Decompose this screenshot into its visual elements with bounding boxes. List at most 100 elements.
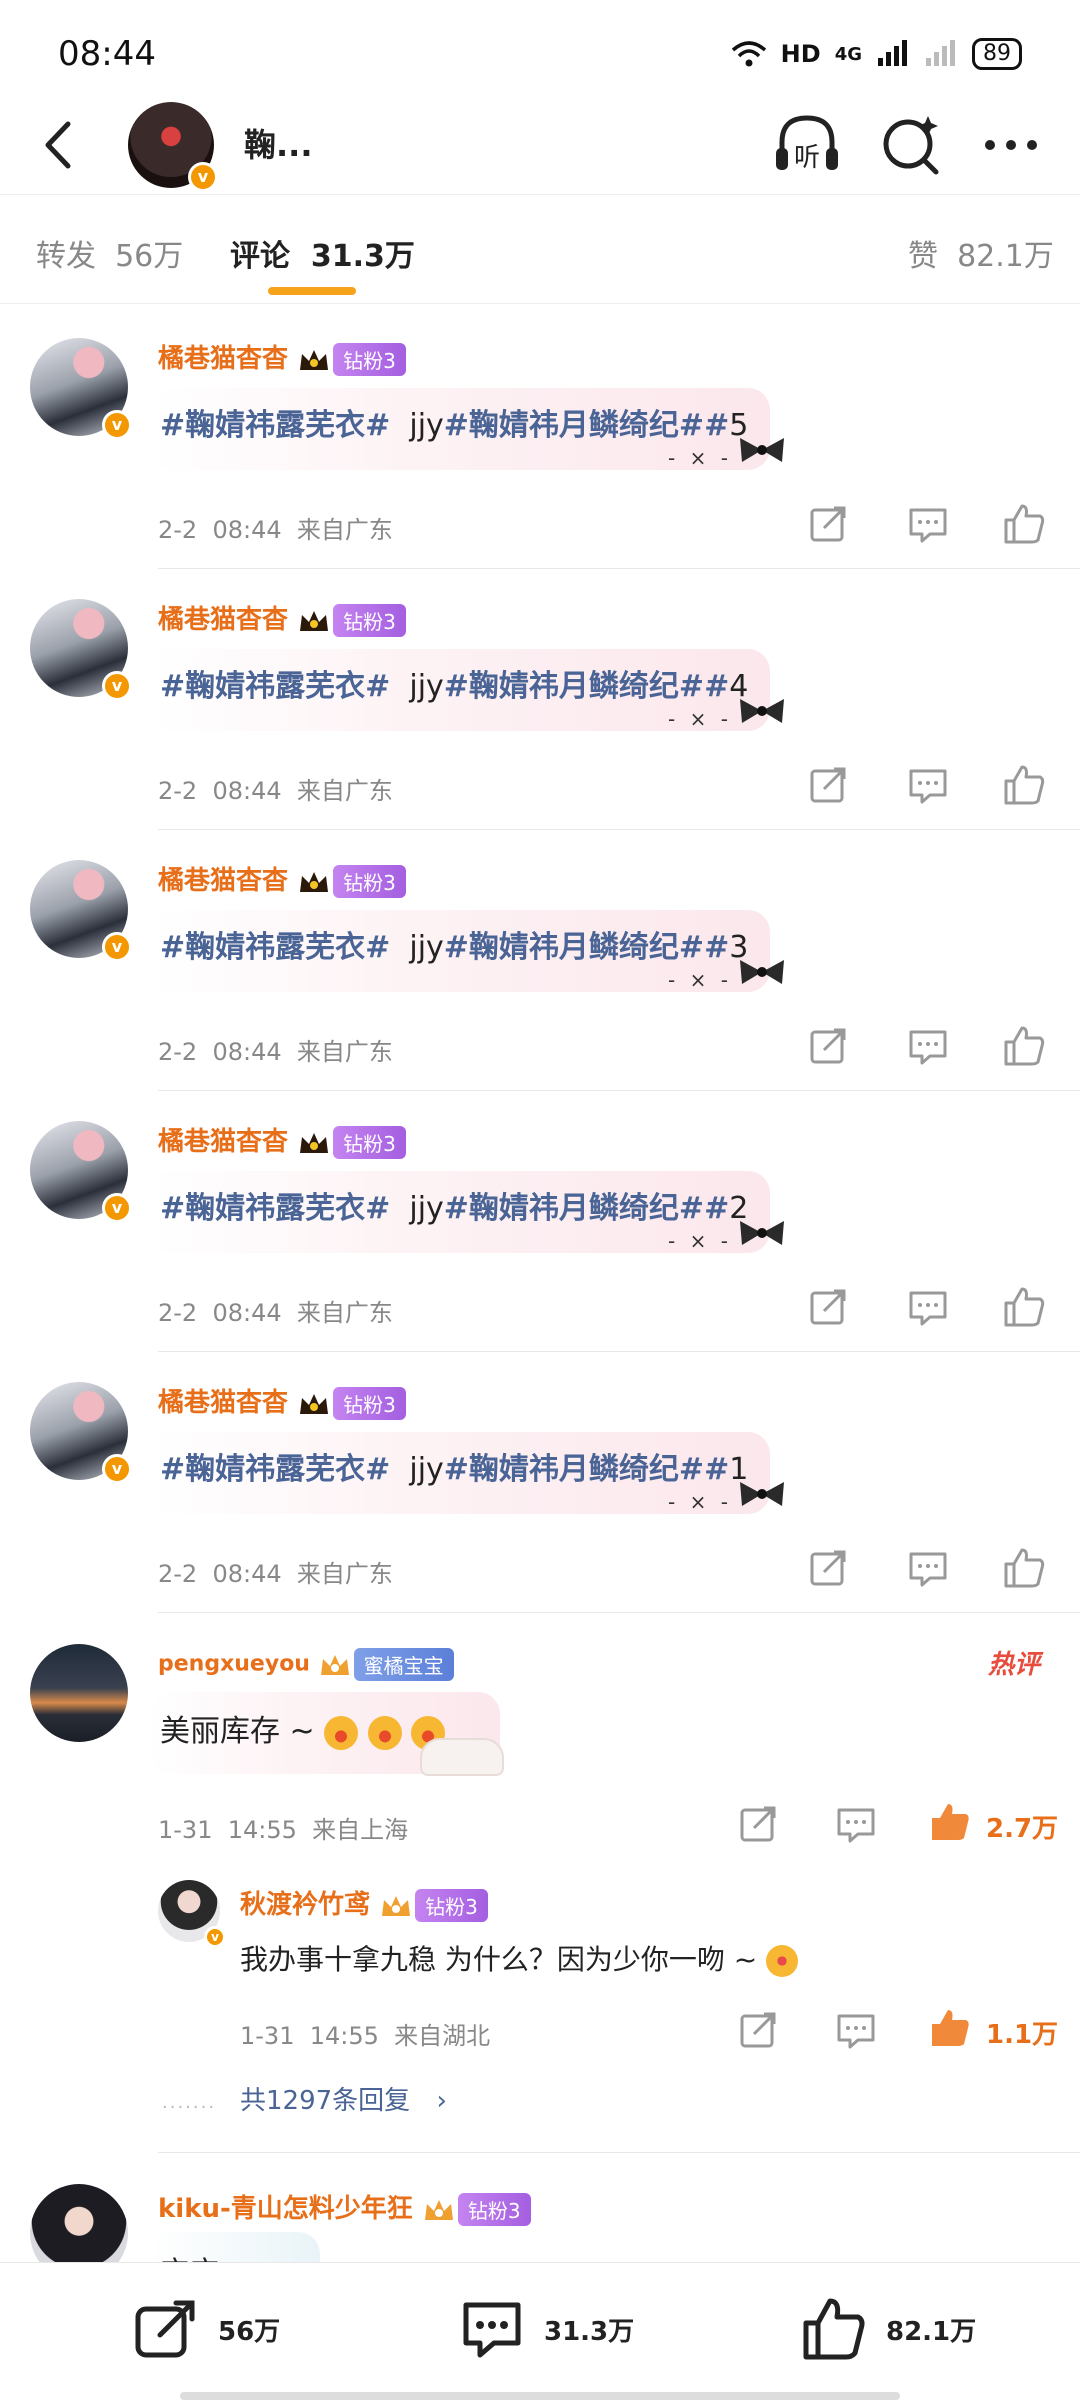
commenter-name[interactable]: pengxueyou 蜜橘宝宝: [158, 1648, 454, 1681]
comment-text: #鞠婧祎露芜衣# jjy#鞠婧祎月鳞绮纪##5: [160, 408, 749, 443]
like-icon[interactable]: [1002, 1024, 1046, 1068]
commenter-avatar[interactable]: v: [30, 1121, 132, 1223]
reply-meta: 1-31 14:55 来自湖北: [240, 2022, 491, 2050]
share-icon[interactable]: [806, 1024, 850, 1068]
topic-tag[interactable]: #鞠婧祎月鳞绮纪#: [444, 669, 704, 704]
topic-tag[interactable]: #鞠婧祎月鳞绮纪#: [444, 1191, 704, 1226]
repost-button[interactable]: 56万: [132, 2295, 280, 2363]
search-icon[interactable]: [874, 108, 948, 182]
share-icon[interactable]: [736, 2008, 780, 2052]
more-icon[interactable]: [974, 108, 1048, 182]
like-icon-active[interactable]: [928, 2006, 972, 2050]
more-replies-link[interactable]: 共1297条回复 ›: [240, 2080, 447, 2117]
decoration-text: - × -: [668, 968, 732, 992]
tab-repost-count: 56万: [115, 239, 184, 274]
commenter-name[interactable]: 橘巷猫杳杳 钻粉3: [158, 599, 406, 637]
topic-tag[interactable]: #鞠婧祎露芜衣#: [160, 930, 390, 965]
comment-meta: 2-2 08:44 来自广东: [158, 777, 393, 805]
verified-icon: v: [102, 410, 132, 440]
tab-repost-label: 转发: [36, 239, 96, 274]
fan-badge: 蜜橘宝宝: [353, 1648, 454, 1681]
commenter-avatar[interactable]: v: [30, 599, 132, 701]
like-icon[interactable]: [1002, 502, 1046, 546]
verified-icon: v: [102, 1454, 132, 1484]
topic-tag[interactable]: #鞠婧祎露芜衣#: [160, 1452, 390, 1487]
share-icon[interactable]: [806, 763, 850, 807]
bow-icon: [740, 1482, 784, 1506]
share-icon[interactable]: [806, 1546, 850, 1590]
fan-badge: 钻粉3: [457, 2193, 531, 2226]
like-icon[interactable]: [1002, 763, 1046, 807]
comment-text: #鞠婧祎露芜衣# jjy#鞠婧祎月鳞绮纪##4: [160, 669, 749, 704]
commenter-avatar[interactable]: [30, 1644, 128, 1742]
crown-icon: [320, 1654, 349, 1675]
listen-icon[interactable]: 听: [770, 108, 844, 182]
verified-icon: v: [102, 1193, 132, 1223]
like-icon-active[interactable]: [928, 1800, 972, 1844]
comment-divider: [158, 1612, 1080, 1613]
topic-tag[interactable]: #鞠婧祎露芜衣#: [160, 1191, 390, 1226]
like-button[interactable]: 82.1万: [800, 2295, 976, 2363]
comment-divider: [158, 568, 1080, 569]
commenter-name[interactable]: 橘巷猫杳杳 钻粉3: [158, 1121, 406, 1159]
like-icon[interactable]: [1002, 1285, 1046, 1329]
signal-label: 4G: [834, 43, 862, 65]
commenter-name[interactable]: 橘巷猫杳杳 钻粉3: [158, 1382, 406, 1420]
share-icon[interactable]: [806, 1285, 850, 1329]
fan-badge: 钻粉3: [415, 1889, 488, 1922]
author-name[interactable]: 鞠...: [244, 120, 312, 166]
reply-icon[interactable]: [906, 1546, 950, 1590]
like-count: 1.1万: [986, 2020, 1059, 2050]
tab-comments[interactable]: 评论 31.3万: [230, 231, 415, 275]
commenter-name[interactable]: 橘巷猫杳杳 钻粉3: [158, 338, 406, 376]
crown-icon: [300, 1132, 329, 1153]
commenter-avatar[interactable]: v: [30, 1382, 132, 1484]
bottom-action-bar: 56万 31.3万 82.1万: [0, 2262, 1080, 2400]
reply-icon[interactable]: [906, 763, 950, 807]
tab-repost[interactable]: 转发 56万: [36, 231, 183, 275]
author-avatar[interactable]: v: [128, 102, 218, 192]
reply-icon[interactable]: [906, 1285, 950, 1329]
comment-text: #鞠婧祎露芜衣# jjy#鞠婧祎月鳞绮纪##1: [160, 1452, 749, 1487]
reply-icon[interactable]: [834, 1802, 878, 1846]
signal-empty-icon: [926, 40, 955, 66]
tab-likes-count: 82.1万: [957, 239, 1054, 274]
crown-icon: [300, 871, 329, 892]
comment-divider: [158, 1090, 1080, 1091]
topic-tag[interactable]: #鞠婧祎露芜衣#: [160, 669, 390, 704]
commenter-name[interactable]: 橘巷猫杳杳 钻粉3: [158, 860, 406, 898]
verified-icon: v: [188, 162, 218, 192]
reply-icon[interactable]: [906, 502, 950, 546]
tab-likes[interactable]: 赞 82.1万: [908, 231, 1054, 275]
like-icon[interactable]: [1002, 1546, 1046, 1590]
reply-username[interactable]: 秋渡衿竹鸢 钻粉3: [240, 1884, 488, 1922]
reply-icon[interactable]: [834, 2008, 878, 2052]
commenter-name[interactable]: kiku-青山怎料少年狂 钻粉3: [158, 2188, 531, 2226]
comment-button[interactable]: 31.3万: [458, 2295, 634, 2363]
reply-icon[interactable]: [906, 1024, 950, 1068]
more-replies-dots: .......: [162, 2092, 217, 2113]
like-count: 82.1万: [886, 2316, 977, 2347]
comment-meta: 2-2 08:44 来自广东: [158, 516, 393, 544]
comment-divider: [158, 1351, 1080, 1352]
back-icon[interactable]: [30, 110, 90, 180]
topic-tag[interactable]: #鞠婧祎月鳞绮纪#: [444, 930, 704, 965]
topic-tag[interactable]: #鞠婧祎月鳞绮纪#: [444, 408, 704, 443]
comment-icon: [463, 2302, 521, 2358]
commenter-avatar[interactable]: v: [30, 860, 132, 962]
commenter-name-text: pengxueyou: [158, 1651, 310, 1677]
share-icon[interactable]: [806, 502, 850, 546]
topic-tag[interactable]: #鞠婧祎露芜衣#: [160, 408, 390, 443]
share-icon[interactable]: [736, 1802, 780, 1846]
commenter-avatar[interactable]: v: [30, 338, 132, 440]
like-icon: [803, 2298, 865, 2360]
topic-tag[interactable]: #鞠婧祎月鳞绮纪#: [444, 1452, 704, 1487]
decoration-text: - × -: [668, 1490, 732, 1514]
crown-icon: [300, 610, 329, 631]
sleeping-cat-sticker: [420, 1738, 504, 1776]
repost-count: 56万: [218, 2316, 281, 2347]
reply-avatar[interactable]: v: [158, 1880, 226, 1948]
laughing-emoji-icon: [367, 1715, 402, 1750]
crown-icon: [300, 1393, 329, 1414]
tab-comments-count: 31.3万: [310, 239, 415, 274]
